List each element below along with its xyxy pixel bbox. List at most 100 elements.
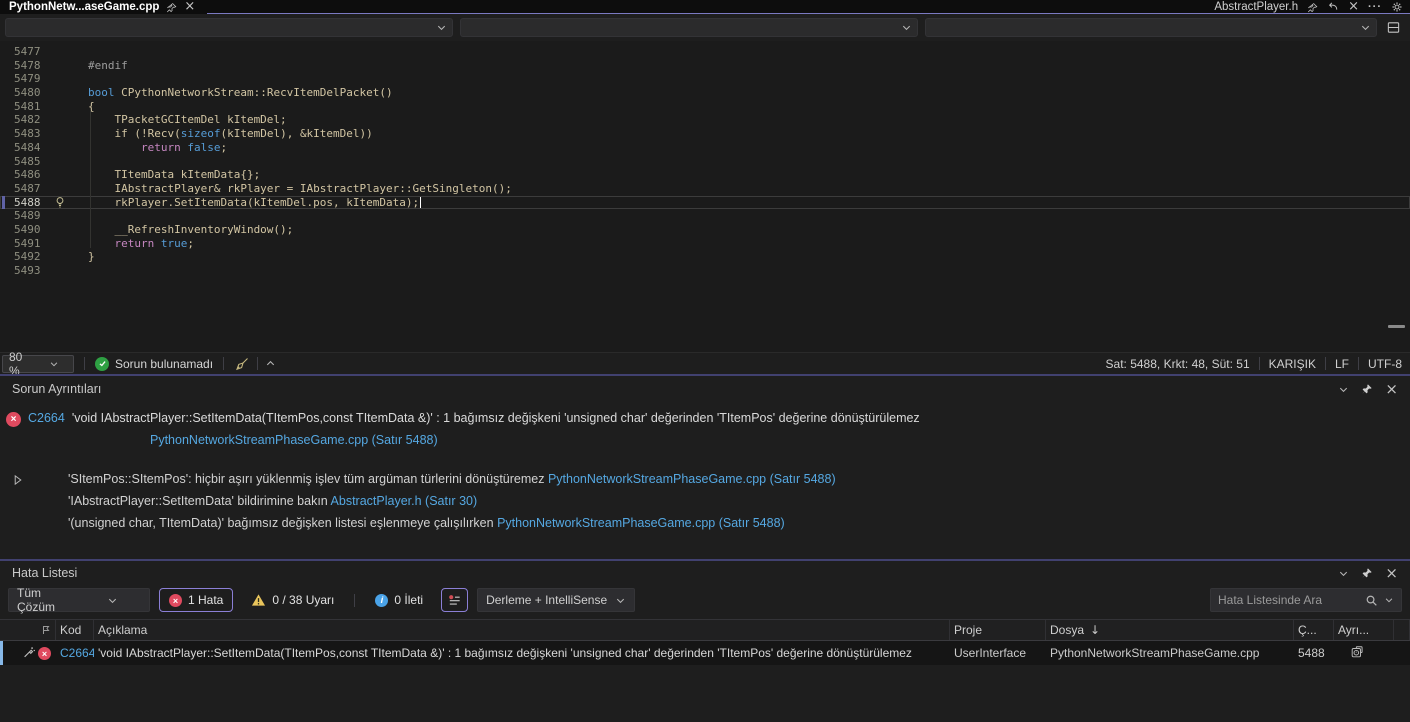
breakpoint-margin[interactable] bbox=[0, 86, 14, 100]
code-line[interactable]: 5486 TItemData kItemData{}; bbox=[0, 168, 1410, 182]
code-line[interactable]: 5479 bbox=[0, 72, 1410, 86]
close-icon[interactable]: × bbox=[1385, 384, 1398, 394]
line-number[interactable]: 5492 bbox=[14, 250, 54, 264]
nav-dropdown-project[interactable] bbox=[5, 18, 453, 37]
breakpoint-margin[interactable] bbox=[0, 237, 14, 251]
breakpoint-margin[interactable] bbox=[0, 209, 14, 223]
breakpoint-margin[interactable] bbox=[0, 264, 14, 278]
problem-note[interactable]: '(unsigned char, TItemData)' bağımsız de… bbox=[0, 516, 1410, 532]
code-editor[interactable]: 54775478#endif54795480bool CPythonNetwor… bbox=[0, 41, 1410, 352]
breakpoint-margin[interactable] bbox=[0, 155, 14, 169]
document-health[interactable]: Sorun bulunamadı bbox=[95, 357, 213, 371]
problem-note[interactable]: 'SItemPos::SItemPos': hiçbir aşırı yükle… bbox=[0, 472, 1410, 488]
gear-icon[interactable] bbox=[1391, 1, 1403, 13]
code-line[interactable]: 5490 __RefreshInventoryWindow(); bbox=[0, 223, 1410, 237]
line-number[interactable]: 5481 bbox=[14, 100, 54, 114]
line-number[interactable]: 5485 bbox=[14, 155, 54, 169]
column-header-line[interactable]: Ç... bbox=[1294, 620, 1334, 640]
column-header-file[interactable]: Dosya ↓ bbox=[1046, 620, 1294, 640]
pin-icon[interactable] bbox=[1307, 2, 1318, 13]
error-code-link[interactable]: C2664 bbox=[28, 411, 65, 425]
zoom-selector[interactable]: 80 % bbox=[2, 355, 74, 373]
column-header-description[interactable]: Açıklama bbox=[94, 620, 950, 640]
row-file-cell[interactable]: PythonNetworkStreamPhaseGame.cpp bbox=[1046, 646, 1294, 660]
pin-icon[interactable] bbox=[1361, 567, 1373, 579]
source-filter-dropdown[interactable]: Derleme + IntelliSense bbox=[477, 588, 635, 612]
search-icon[interactable] bbox=[1365, 594, 1378, 607]
file-location-link[interactable]: PythonNetworkStreamPhaseGame.cpp (Satır … bbox=[548, 472, 836, 486]
split-window-icon[interactable] bbox=[1386, 20, 1401, 35]
line-number[interactable]: 5482 bbox=[14, 113, 54, 127]
nav-dropdown-type[interactable] bbox=[460, 18, 918, 37]
line-number[interactable]: 5484 bbox=[14, 141, 54, 155]
problem-note[interactable]: 'IAbstractPlayer::SetItemData' bildirimi… bbox=[0, 494, 1410, 510]
error-code-link[interactable]: C2664 bbox=[60, 646, 94, 660]
eol-indicator[interactable]: LF bbox=[1335, 357, 1349, 371]
error-list-empty-area[interactable] bbox=[0, 665, 1410, 722]
row-project-cell[interactable]: UserInterface bbox=[950, 646, 1046, 660]
column-severity[interactable] bbox=[38, 620, 56, 640]
close-icon[interactable]: × bbox=[1385, 568, 1398, 578]
chevron-down-icon[interactable] bbox=[1384, 595, 1394, 605]
code-line[interactable]: 5493 bbox=[0, 264, 1410, 278]
code-line[interactable]: 5477 bbox=[0, 45, 1410, 59]
code-line[interactable]: 5485 bbox=[0, 155, 1410, 169]
current-line-margin-bar[interactable] bbox=[0, 196, 14, 210]
chevron-down-icon[interactable] bbox=[1338, 568, 1349, 579]
code-line[interactable]: 5483 if (!Recv(sizeof(kItemDel), &kItemD… bbox=[0, 127, 1410, 141]
code-line[interactable]: 5484 return false; bbox=[0, 141, 1410, 155]
undo-icon[interactable] bbox=[1327, 1, 1339, 13]
code-line[interactable]: 5481{ bbox=[0, 100, 1410, 114]
warnings-toggle-button[interactable]: 0 / 38 Uyarı bbox=[242, 588, 343, 612]
row-code-cell[interactable]: C2664 bbox=[56, 646, 94, 660]
more-options-icon[interactable]: ··· bbox=[1368, 1, 1382, 13]
line-number[interactable]: 5491 bbox=[14, 237, 54, 251]
line-number[interactable]: 5486 bbox=[14, 168, 54, 182]
row-detail-cell[interactable] bbox=[1334, 645, 1394, 662]
scope-filter-dropdown[interactable]: Tüm Çözüm bbox=[8, 588, 150, 612]
problem-error-row[interactable]: × C2664 'void IAbstractPlayer::SetItemDa… bbox=[0, 411, 1410, 427]
messages-toggle-button[interactable]: i 0 İleti bbox=[366, 588, 432, 612]
line-number[interactable]: 5483 bbox=[14, 127, 54, 141]
chevron-up-icon[interactable] bbox=[265, 358, 276, 369]
suppression-state-icon[interactable] bbox=[1350, 645, 1364, 659]
line-number[interactable]: 5478 bbox=[14, 59, 54, 73]
breakpoint-margin[interactable] bbox=[0, 127, 14, 141]
file-location-link[interactable]: PythonNetworkStreamPhaseGame.cpp (Satır … bbox=[497, 516, 785, 530]
search-input[interactable] bbox=[1218, 593, 1359, 607]
breakpoint-margin[interactable] bbox=[0, 45, 14, 59]
nav-dropdown-member[interactable] bbox=[925, 18, 1377, 37]
encoding-indicator[interactable]: UTF-8 bbox=[1368, 357, 1402, 371]
row-description-cell[interactable]: 'void IAbstractPlayer::SetItemData(TItem… bbox=[94, 646, 950, 660]
pin-icon[interactable] bbox=[1361, 383, 1373, 395]
file-location-link[interactable]: PythonNetworkStreamPhaseGame.cpp (Satır … bbox=[150, 433, 438, 447]
line-number[interactable]: 5490 bbox=[14, 223, 54, 237]
breakpoint-margin[interactable] bbox=[0, 113, 14, 127]
code-line[interactable]: 5489 bbox=[0, 209, 1410, 223]
error-row[interactable]: × C2664 'void IAbstractPlayer::SetItemDa… bbox=[0, 641, 1410, 665]
expand-triangle-icon[interactable] bbox=[13, 474, 23, 486]
close-icon[interactable]: × bbox=[1348, 2, 1359, 12]
row-quickfix-cell[interactable] bbox=[22, 645, 38, 662]
column-header-project[interactable]: Proje bbox=[950, 620, 1046, 640]
code-line[interactable]: 5482 TPacketGCItemDel kItemDel; bbox=[0, 113, 1410, 127]
breakpoint-margin[interactable] bbox=[0, 182, 14, 196]
line-number[interactable]: 5479 bbox=[14, 72, 54, 86]
file-location-link[interactable]: AbstractPlayer.h (Satır 30) bbox=[331, 494, 478, 508]
breakpoint-margin[interactable] bbox=[0, 141, 14, 155]
code-line[interactable]: 5492} bbox=[0, 250, 1410, 264]
breakpoint-margin[interactable] bbox=[0, 168, 14, 182]
column-header-code[interactable]: Kod bbox=[56, 620, 94, 640]
breakpoint-margin[interactable] bbox=[0, 100, 14, 114]
filter-button[interactable] bbox=[441, 588, 468, 612]
line-number[interactable]: 5480 bbox=[14, 86, 54, 100]
errors-toggle-button[interactable]: × 1 Hata bbox=[159, 588, 233, 612]
code-line[interactable]: 5487 IAbstractPlayer& rkPlayer = IAbstra… bbox=[0, 182, 1410, 196]
line-number[interactable]: 5489 bbox=[14, 209, 54, 223]
row-line-cell[interactable]: 5488 bbox=[1294, 646, 1334, 660]
code-line[interactable]: 5488 rkPlayer.SetItemData(kItemDel.pos, … bbox=[0, 196, 1410, 210]
cleanup-broom-icon[interactable] bbox=[234, 356, 250, 372]
pin-icon[interactable] bbox=[166, 2, 177, 13]
line-number[interactable]: 5477 bbox=[14, 45, 54, 59]
line-number[interactable]: 5488 bbox=[14, 196, 54, 210]
